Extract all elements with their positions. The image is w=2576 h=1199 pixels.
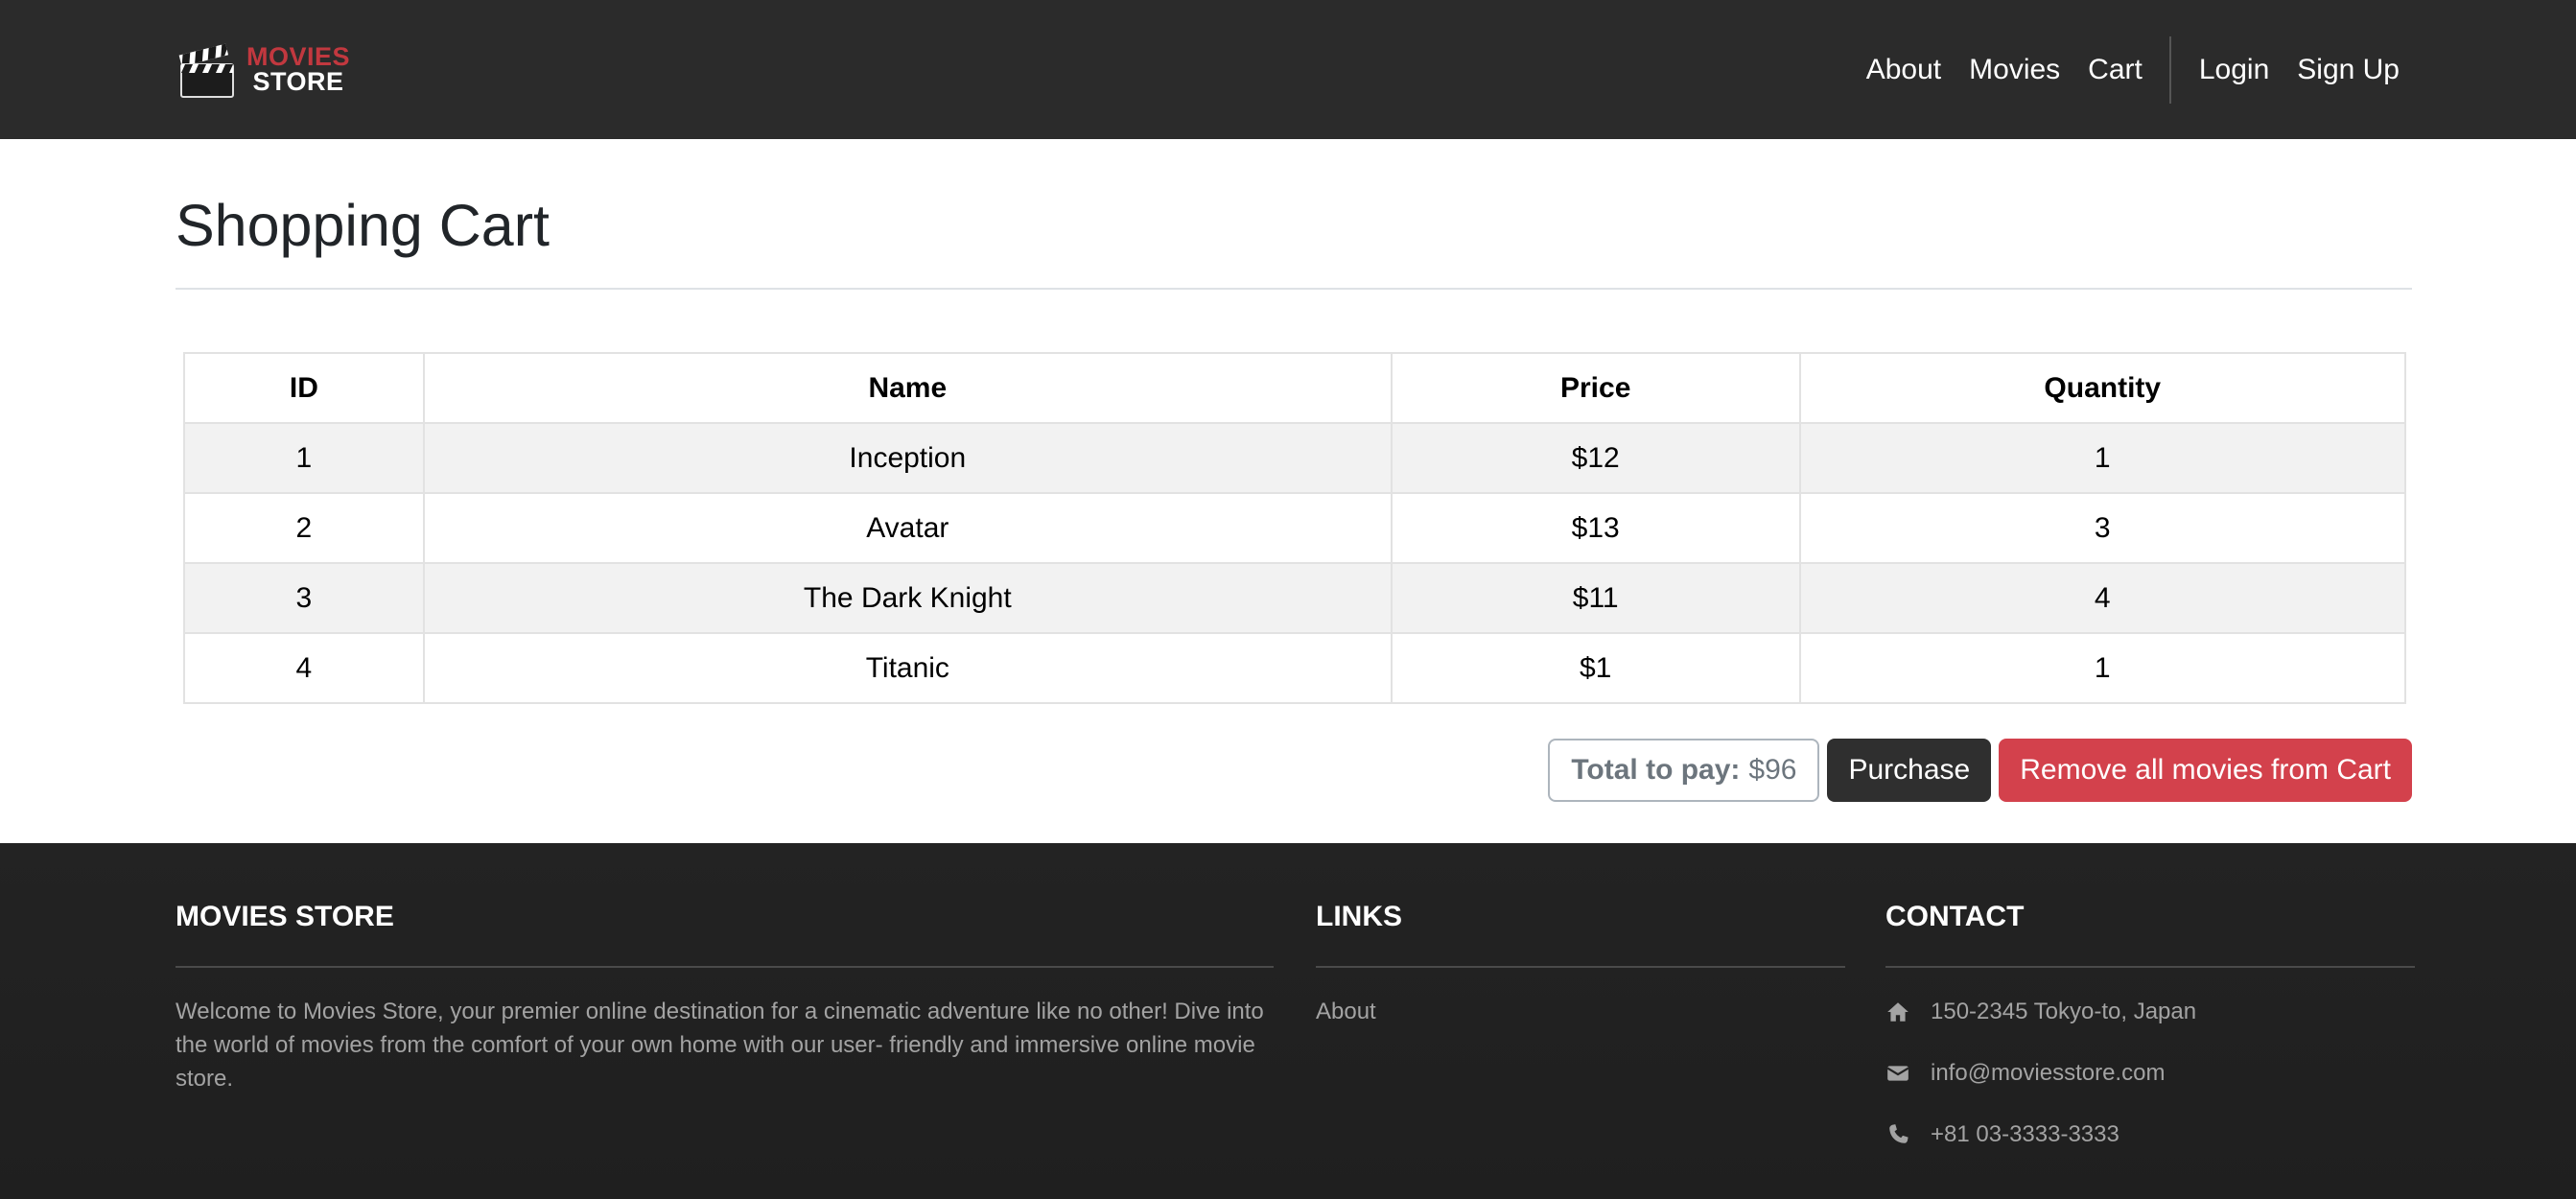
remove-all-button[interactable]: Remove all movies from Cart [1999,739,2412,802]
cell-quantity: 3 [1798,492,2406,564]
contact-phone: +81 03-3333-3333 [1885,1117,2119,1151]
cell-quantity: 4 [1798,562,2406,634]
total-value: $96 [1748,754,1797,786]
footer: MOVIES STORE Welcome to Movies Store, yo… [0,843,2576,1199]
footer-links-divider [1316,966,1845,968]
table-row: 3 The Dark Knight $11 4 [183,562,2406,634]
cell-price: $13 [1390,492,1801,564]
brand-name: MOVIES STORE [246,42,351,96]
footer-about-divider [176,966,1274,968]
cell-id: 2 [183,492,425,564]
footer-links-heading: LINKS [1316,901,1402,932]
header-name: Name [422,352,1393,424]
cell-name: Titanic [422,632,1393,704]
brand-logo-link[interactable]: MOVIES STORE [176,35,350,104]
home-icon [1887,1001,1909,1022]
cart-actions: Total to pay: $96 Purchase Remove all mo… [1548,739,2412,802]
clapperboard-icon [178,43,234,98]
cell-name: Inception [422,422,1393,494]
cell-id: 3 [183,562,425,634]
contact-address-text: 150-2345 Tokyo-to, Japan [1931,998,2197,1024]
contact-email: info@moviesstore.com [1885,1056,2165,1090]
nav-login-link[interactable]: Login [2199,54,2269,86]
table-row: 1 Inception $12 1 [183,422,2406,494]
contact-phone-text: +81 03-3333-3333 [1931,1120,2119,1147]
table-row: 4 Titanic $1 1 [183,632,2406,704]
header-quantity: Quantity [1798,352,2406,424]
header-price: Price [1390,352,1801,424]
total-label: Total to pay: [1571,754,1741,786]
nav-about-link[interactable]: About [1866,54,1941,86]
cell-price: $1 [1390,632,1801,704]
header-id: ID [183,352,425,424]
contact-email-text: info@moviesstore.com [1931,1059,2166,1086]
purchase-button[interactable]: Purchase [1827,739,1992,802]
footer-about-link[interactable]: About [1316,995,1376,1028]
nav-links: About Movies Cart Login Sign Up [1838,0,2400,139]
footer-about-text: Welcome to Movies Store, your premier on… [176,999,1264,1092]
footer-contact-divider [1885,966,2415,968]
navbar: MOVIES STORE About Movies Cart Login Sig… [0,0,2576,139]
total-to-pay: Total to pay: $96 [1548,739,1820,802]
cell-price: $12 [1390,422,1801,494]
cart-table: ID Name Price Quantity 1 Inception $12 1… [183,352,2406,704]
phone-icon [1889,1123,1909,1143]
cell-quantity: 1 [1798,632,2406,704]
brand-line1: MOVIES [246,42,351,71]
nav-cart-link[interactable]: Cart [2088,54,2143,86]
cell-quantity: 1 [1798,422,2406,494]
table-header-row: ID Name Price Quantity [183,352,2406,424]
nav-movies-link[interactable]: Movies [1969,54,2060,86]
footer-about-heading: MOVIES STORE [176,901,394,932]
table-row: 2 Avatar $13 3 [183,492,2406,564]
cell-id: 1 [183,422,425,494]
nav-divider [2168,35,2171,104]
title-divider [176,288,2412,290]
cell-name: The Dark Knight [422,562,1393,634]
footer-contact-heading: CONTACT [1885,901,2025,932]
page-title: Shopping Cart [176,193,550,258]
cell-price: $11 [1390,562,1801,634]
cell-name: Avatar [422,492,1393,564]
contact-address: 150-2345 Tokyo-to, Japan [1885,995,2196,1028]
brand-line2: STORE [252,67,344,96]
nav-signup-link[interactable]: Sign Up [2297,54,2400,86]
cell-id: 4 [183,632,425,704]
envelope-icon [1886,1065,1909,1081]
